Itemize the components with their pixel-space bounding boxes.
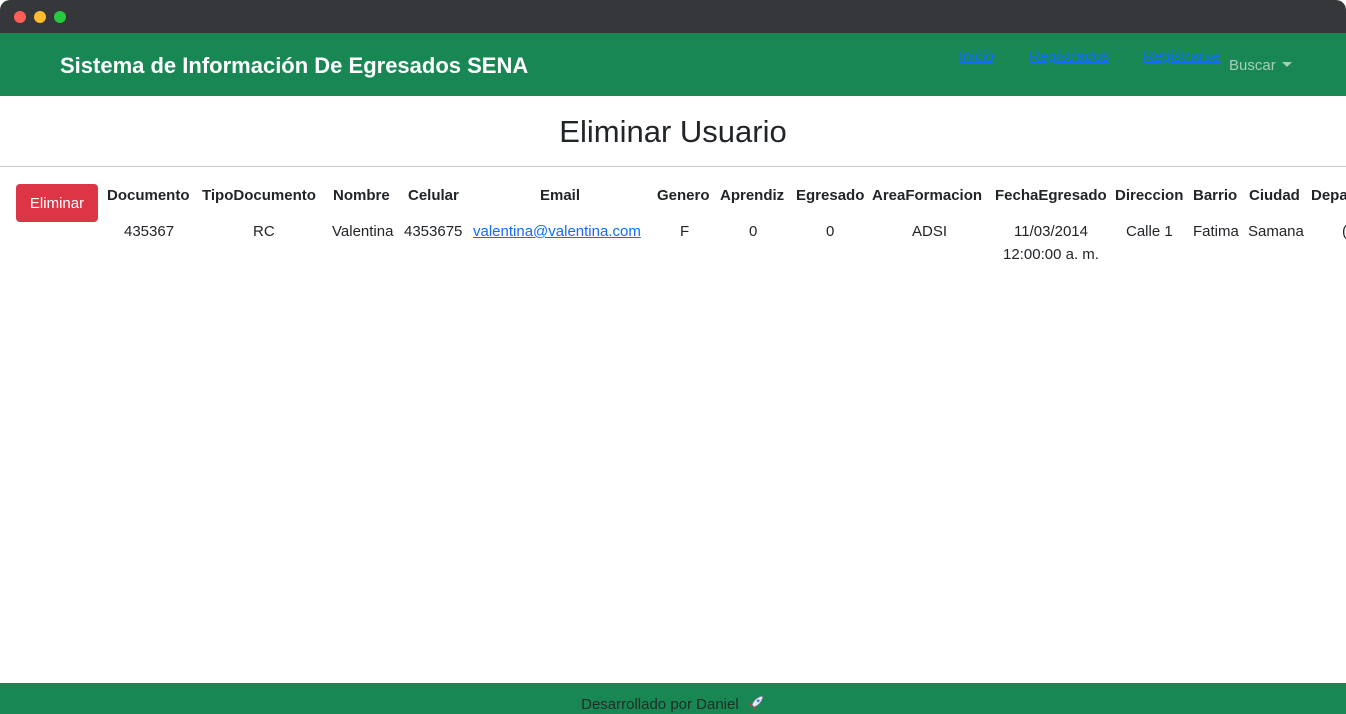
header-email: Email	[540, 187, 581, 204]
header-documento: Documento	[107, 187, 190, 204]
caret-down-icon	[1281, 62, 1292, 67]
email-link[interactable]: valentina@valentina.com	[473, 223, 641, 240]
header-areaformacion: AreaFormacion	[872, 187, 983, 204]
fechaegresado-time: 12:00:00 a. m.	[1003, 246, 1099, 263]
cell-nombre: Valentina	[332, 223, 394, 240]
cell-documento: 435367	[124, 223, 175, 240]
cell-areaformacion: ADSI	[912, 223, 948, 240]
maximize-window-button[interactable]	[54, 11, 66, 23]
cell-departamento: (	[1342, 220, 1346, 243]
cell-tipodocumento: RC	[253, 223, 275, 240]
cell-barrio: Fatima	[1193, 223, 1239, 240]
header-nombre: Nombre	[333, 187, 390, 204]
cell-ciudad: Samana	[1248, 223, 1304, 240]
header-fechaegresado: FechaEgresado	[995, 187, 1107, 204]
cell-direccion: Calle 1	[1126, 223, 1173, 240]
nav-link-registrarse[interactable]: Registrarse	[1143, 48, 1220, 65]
header-celular: Celular	[408, 187, 459, 204]
rocket-icon	[748, 695, 764, 710]
cell-email: valentina@valentina.com	[473, 220, 641, 243]
nav-dropdown-buscar[interactable]: Buscar	[1229, 57, 1292, 74]
navbar-brand[interactable]: Sistema de Información De Egresados SENA	[60, 53, 528, 79]
delete-button[interactable]: Eliminar	[16, 184, 98, 222]
footer: Desarrollado por Daniel	[0, 683, 1346, 714]
header-direccion: Direccion	[1115, 187, 1184, 204]
cell-aprendiz: 0	[749, 223, 758, 240]
navbar: Sistema de Información De Egresados SENA…	[0, 33, 1346, 96]
header-departamento: Depa	[1311, 187, 1346, 204]
window-titlebar	[0, 0, 1346, 33]
nav-link-registrados[interactable]: Registrados	[1029, 48, 1109, 65]
footer-text: Desarrollado por Daniel	[581, 696, 739, 713]
page-title: Eliminar Usuario	[559, 114, 787, 149]
minimize-window-button[interactable]	[34, 11, 46, 23]
close-window-button[interactable]	[14, 11, 26, 23]
fechaegresado-date: 11/03/2014	[1014, 223, 1088, 240]
nav-link-inicio[interactable]: Inicio	[959, 48, 994, 65]
cell-egresado: 0	[826, 223, 835, 240]
header-ciudad: Ciudad	[1249, 187, 1300, 204]
header-barrio: Barrio	[1193, 187, 1238, 204]
nav-dropdown-label: Buscar	[1229, 57, 1276, 74]
header-egresado: Egresado	[796, 187, 865, 204]
divider	[0, 166, 1346, 167]
header-aprendiz: Aprendiz	[720, 187, 785, 204]
cell-celular: 4353675	[404, 223, 463, 240]
header-tipodocumento: TipoDocumento	[202, 187, 316, 204]
header-genero: Genero	[657, 187, 710, 204]
cell-fechaegresado: 11/03/2014 12:00:00 a. m.	[1002, 220, 1100, 266]
cell-genero: F	[680, 223, 690, 240]
